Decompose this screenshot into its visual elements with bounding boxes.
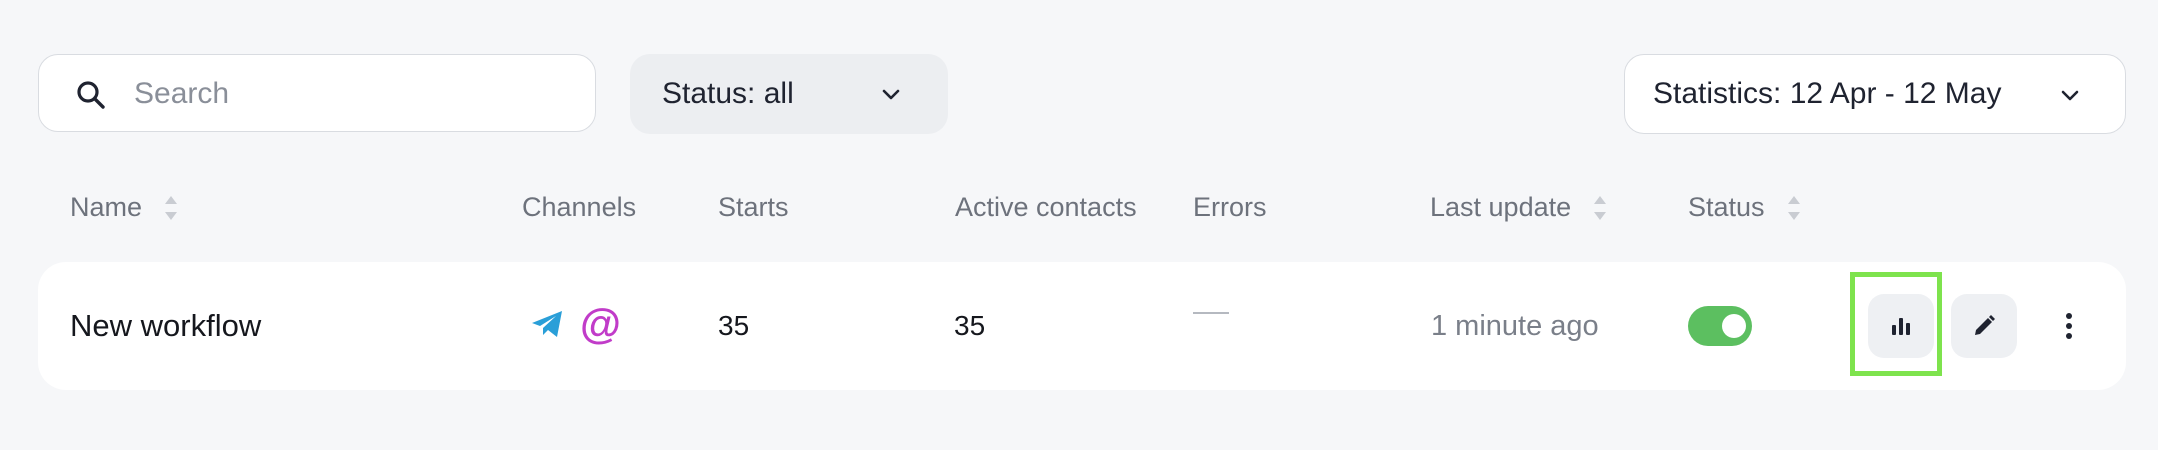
column-header-channels: Channels xyxy=(522,192,637,222)
sort-icon[interactable] xyxy=(162,193,180,223)
pencil-icon xyxy=(1975,315,1995,335)
starts-value: 35 xyxy=(718,310,750,341)
search-icon xyxy=(77,81,105,109)
sort-icon[interactable] xyxy=(1591,193,1609,223)
workflow-name[interactable]: New workflow xyxy=(70,308,261,344)
toggle-knob xyxy=(1722,314,1746,338)
column-header-last-update[interactable]: Last update xyxy=(1430,192,1609,223)
chevron-down-icon xyxy=(2061,90,2079,101)
chevron-down-icon xyxy=(882,89,900,100)
column-header-name[interactable]: Name xyxy=(70,192,180,223)
active-contacts-value: 35 xyxy=(954,310,986,341)
channels-cell: @ xyxy=(528,302,621,346)
column-header-errors: Errors xyxy=(1193,192,1267,222)
column-header-starts: Starts xyxy=(718,192,789,222)
status-filter-dropdown[interactable]: Status: all xyxy=(630,54,948,134)
statistics-button[interactable] xyxy=(1868,294,1934,358)
status-filter-label: Status: all xyxy=(662,77,794,110)
edit-button[interactable] xyxy=(1951,294,2017,358)
table-header: Name Channels Starts Active contacts Err… xyxy=(0,186,2158,230)
email-at-icon: @ xyxy=(580,300,621,347)
search-box[interactable] xyxy=(38,54,596,132)
bar-chart-icon xyxy=(1892,318,1910,335)
errors-empty-dash xyxy=(1193,312,1229,314)
toolbar: Status: all Statistics: 12 Apr - 12 May xyxy=(38,54,2126,134)
column-header-active-contacts: Active contacts xyxy=(955,192,1137,222)
table-row[interactable]: New workflow @ 35 35 1 minute ago xyxy=(38,262,2126,390)
status-toggle[interactable] xyxy=(1688,306,1752,346)
column-header-status[interactable]: Status xyxy=(1688,192,1803,223)
last-update-value: 1 minute ago xyxy=(1431,310,1599,342)
more-options-button[interactable] xyxy=(2054,302,2084,350)
sort-icon[interactable] xyxy=(1785,193,1803,223)
statistics-period-dropdown[interactable]: Statistics: 12 Apr - 12 May xyxy=(1624,54,2126,134)
statistics-period-label: Statistics: 12 Apr - 12 May xyxy=(1653,77,2002,110)
search-input[interactable] xyxy=(132,71,566,117)
telegram-icon xyxy=(532,311,562,337)
kebab-menu-icon xyxy=(2066,313,2072,339)
